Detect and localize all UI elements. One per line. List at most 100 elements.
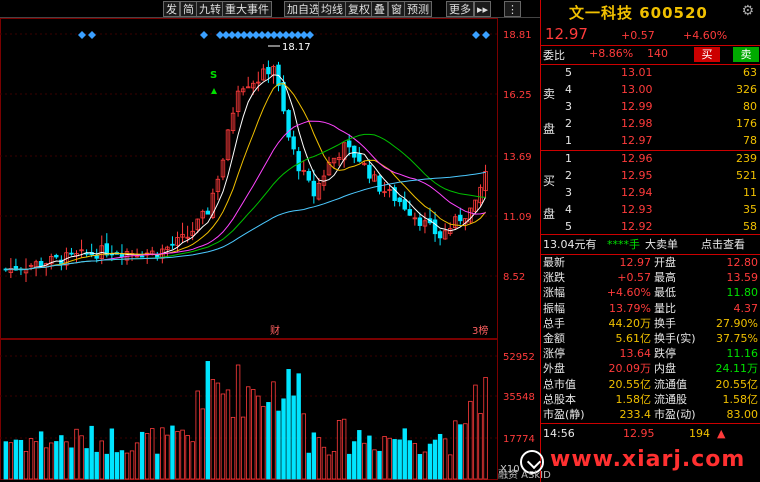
volume-bar (286, 369, 291, 480)
volume-bar (473, 384, 478, 480)
big-order-link[interactable]: 点击查看 (701, 236, 745, 254)
toolbar-btn-5[interactable]: 均线 (318, 1, 346, 17)
volume-bar (432, 439, 438, 480)
stat-row: 总股本 1.58亿 流通股 1.58亿 (541, 392, 760, 407)
stat-label: 最新 (543, 256, 565, 269)
kline-chart[interactable]: 18.8116.2513.6911.098.52529523554817774X… (0, 18, 540, 482)
stat-label: 市盈(静) (543, 408, 585, 421)
s-signal-arrow-icon (211, 88, 217, 94)
volume-bar (417, 453, 423, 480)
event-label-finance: 财 (270, 324, 280, 337)
bid-level: 3 (565, 186, 572, 199)
volume-bar (372, 449, 377, 480)
volume-bar (44, 447, 49, 480)
ask-price: 12.98 (621, 117, 653, 130)
volume-bar (33, 441, 39, 480)
stat-row: 涨停 13.64 跌停 11.16 (541, 346, 760, 361)
volume-bar (200, 408, 205, 480)
bid-row[interactable]: 5 12.92 58 (541, 218, 760, 235)
stat-value: 20.09万 (608, 362, 652, 376)
toolbar-btn-10[interactable]: 更多 (446, 1, 474, 17)
bid-price: 12.94 (621, 186, 653, 199)
bid-row[interactable]: 1 12.96 239 (541, 150, 760, 167)
stat-value: 1.58亿 (615, 392, 652, 406)
candle-body (281, 82, 286, 112)
ask-row[interactable]: 1 12.97 78 (541, 132, 760, 149)
tick-row: 14:56 12.95 194 ▲ (541, 425, 760, 442)
bid-row[interactable]: 3 12.94 11 (541, 184, 760, 201)
volume-bar (397, 439, 402, 480)
big-order-row[interactable]: 13.04元有 ****手 大卖单 点击查看 (541, 236, 760, 254)
volume-bar (422, 451, 428, 480)
volume-bar (109, 428, 115, 480)
candle-body (352, 145, 357, 158)
sell-button[interactable]: 卖 (733, 47, 759, 62)
volume-bar (301, 413, 306, 480)
stat-value: 44.20万 (608, 316, 652, 330)
volume-bar (453, 420, 458, 480)
ask-row[interactable]: 5 13.01 63 (541, 64, 760, 81)
stat-label: 总股本 (543, 392, 576, 406)
price-tick-label: 16.25 (503, 90, 532, 101)
bid-volume: 239 (736, 152, 757, 165)
signal-diamond-icon (78, 31, 86, 39)
volume-bar (119, 450, 125, 480)
bid-level: 1 (565, 152, 572, 165)
ask-row[interactable]: 2 12.98 176 (541, 115, 760, 132)
bid-row[interactable]: 4 12.93 35 (541, 201, 760, 218)
volume-bar (28, 438, 34, 480)
bid-price: 12.92 (621, 220, 653, 233)
bid-price: 12.96 (621, 152, 653, 165)
bid-volume: 11 (743, 186, 757, 199)
last-price: 12.97 (545, 25, 588, 43)
ask-row[interactable]: 4 13.00 326 (541, 81, 760, 98)
toolbar-btn-7[interactable]: 叠 (371, 1, 388, 17)
toolbar-btn-3[interactable]: 重大事件 (222, 1, 272, 17)
volume-bar (382, 436, 387, 480)
bid-row[interactable]: 2 12.95 521 (541, 167, 760, 184)
volume-bar (195, 390, 200, 480)
double-arrow-icon[interactable]: ▸▸ (474, 1, 492, 17)
settings-gear-icon[interactable]: ⚙ (741, 3, 754, 19)
stat-value: 5.61亿 (615, 332, 652, 345)
volume-bar (256, 395, 261, 480)
vertical-more-icon[interactable]: ⋮ (504, 1, 521, 17)
volume-bar (245, 386, 251, 480)
event-label-list: 3榜 (472, 324, 488, 337)
volume-bar (84, 448, 89, 480)
ask-price: 13.00 (621, 83, 653, 96)
toolbar-btn-1[interactable]: 简 (180, 1, 197, 17)
toolbar-btn-0[interactable]: 发 (163, 1, 180, 17)
big-order-price: 13.04元有 (543, 238, 597, 251)
candle-body (119, 253, 125, 258)
sell-side-label-1: 卖 (543, 87, 556, 101)
volume-bar (54, 441, 59, 480)
ask-price: 13.01 (621, 66, 653, 79)
volume-bar (8, 442, 14, 480)
stat-label: 换手(实) (654, 332, 696, 345)
stat-value: 13.79% (609, 301, 651, 315)
toolbar-btn-6[interactable]: 复权 (345, 1, 373, 17)
stat-row: 振幅 13.79% 量比 4.37 (541, 301, 760, 316)
stat-label: 流通值 (654, 377, 687, 391)
candle-body (306, 171, 311, 181)
stat-value: 11.16 (726, 347, 759, 361)
stat-row: 总手 44.20万 换手 27.90% (541, 316, 760, 331)
toolbar-btn-9[interactable]: 预测 (404, 1, 432, 17)
toolbar-btn-2[interactable]: 九转 (196, 1, 224, 17)
ask-level: 5 (565, 66, 572, 79)
stat-row: 涨跌 +0.57 最高 13.59 (541, 270, 760, 285)
candle-body (346, 140, 352, 148)
toolbar-btn-8[interactable]: 窗 (388, 1, 405, 17)
ma5-line (5, 74, 487, 270)
stat-row: 总市值 20.55亿 流通值 20.55亿 (541, 377, 760, 392)
tick-time: 14:56 (543, 427, 575, 440)
ask-row[interactable]: 3 12.99 80 (541, 98, 760, 115)
buy-button[interactable]: 买 (694, 47, 720, 62)
volume-bar (170, 425, 175, 480)
price-tick-label: 8.52 (503, 272, 525, 283)
tick-up-arrow-icon: ▲ (717, 427, 726, 440)
stat-value: 233.4 (619, 408, 652, 421)
big-order-stars: ****手 (607, 238, 640, 251)
ask-volume: 78 (743, 134, 757, 147)
